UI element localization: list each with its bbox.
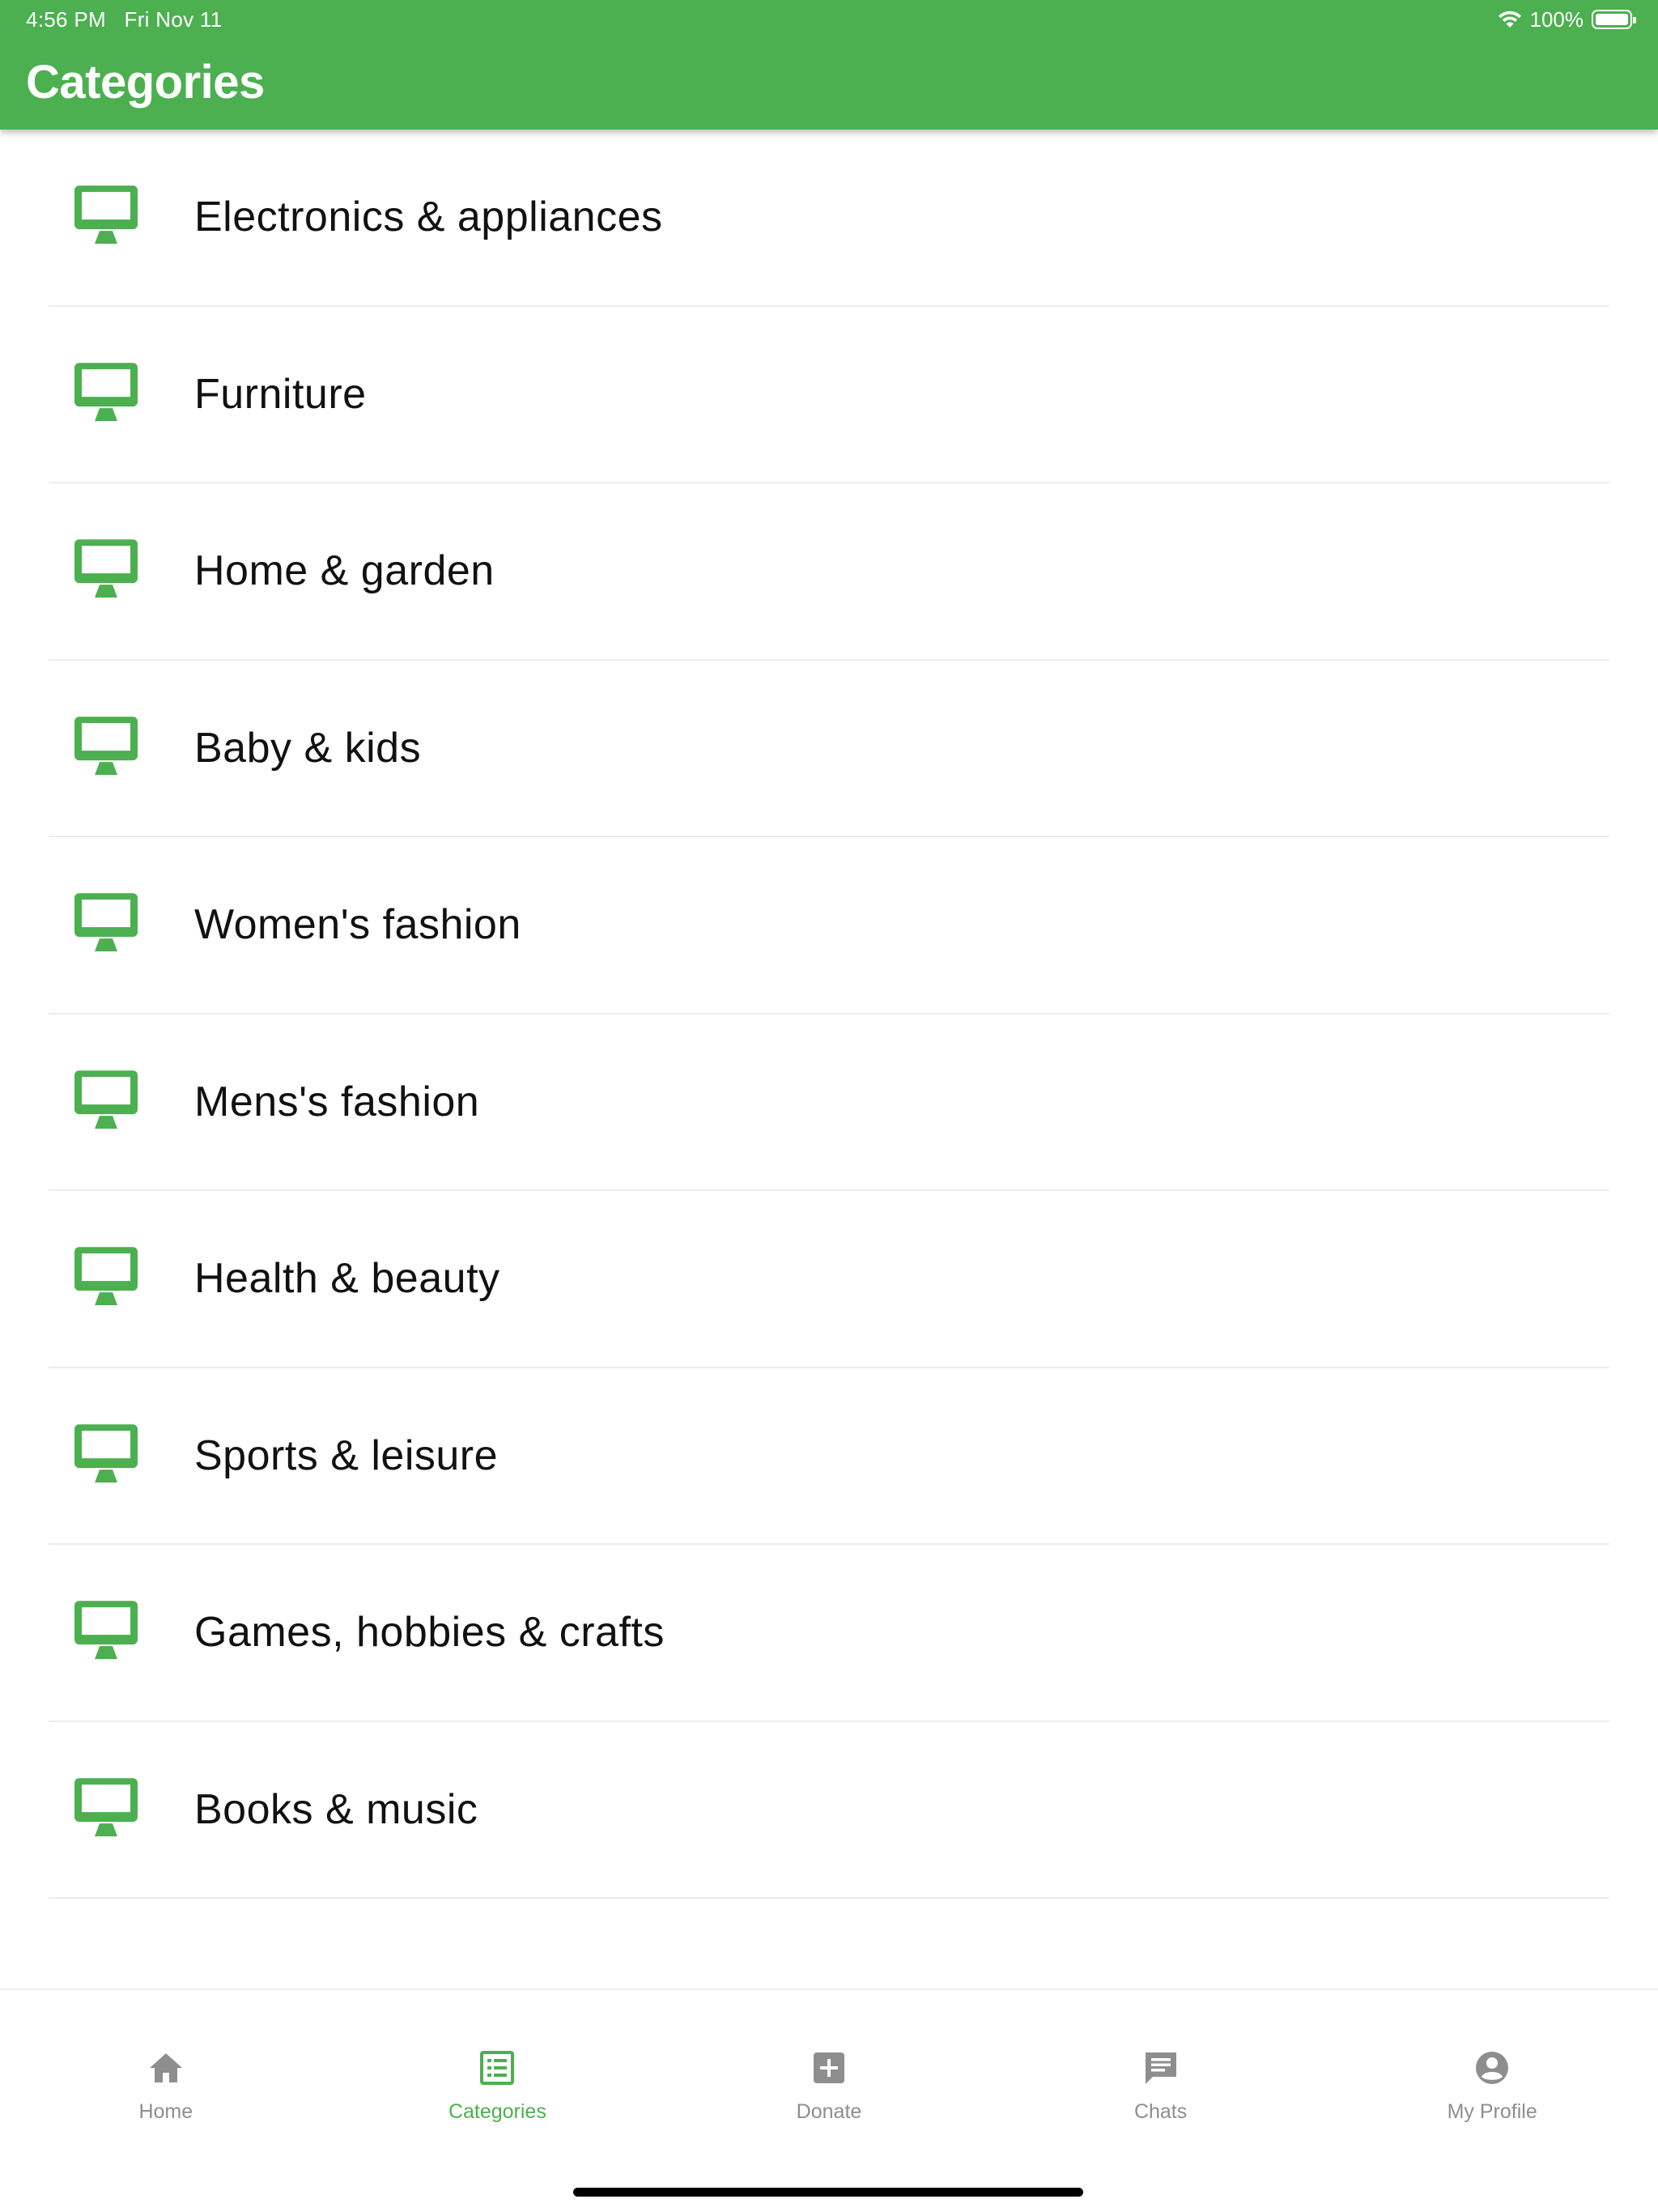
category-label: Home & garden — [194, 547, 495, 595]
tab-donate[interactable]: Donate — [663, 1990, 995, 2152]
home-indicator[interactable] — [573, 2188, 1083, 2197]
category-item[interactable]: Sports & leisure — [49, 1368, 1609, 1545]
category-item[interactable]: Furniture — [49, 307, 1609, 483]
tab-label: Chats — [1133, 2100, 1188, 2123]
app-screen: 4:56 PM Fri Nov 11 100% Categories Elect… — [0, 0, 1658, 2212]
monitor-icon — [74, 185, 138, 245]
status-bar-time: 4:56 PM Fri Nov 11 — [26, 7, 223, 32]
tab-label: Home — [138, 2100, 193, 2123]
category-label: Women's fashion — [194, 901, 521, 949]
category-item[interactable]: Health & beauty — [49, 1191, 1609, 1368]
category-label: Games, hobbies & crafts — [194, 1609, 665, 1657]
status-time-text: 4:56 PM — [26, 7, 106, 32]
monitor-icon — [74, 539, 138, 598]
tab-home[interactable]: Home — [0, 1990, 332, 2152]
category-label: Books & music — [194, 1785, 478, 1833]
battery-percent: 100% — [1529, 6, 1584, 32]
category-item[interactable]: Games, hobbies & crafts — [49, 1545, 1609, 1722]
app-header: 4:56 PM Fri Nov 11 100% Categories — [0, 0, 1658, 130]
category-label: Electronics & appliances — [194, 194, 663, 241]
monitor-icon — [74, 716, 138, 775]
home-icon — [147, 2048, 185, 2087]
tab-label: Donate — [796, 2100, 862, 2123]
category-item[interactable]: Women's fashion — [49, 837, 1609, 1015]
monitor-icon — [74, 1423, 138, 1482]
battery-fill — [1596, 14, 1628, 25]
battery-icon — [1592, 10, 1636, 29]
bottom-tab-bar: Home Categories Donate Chats My Profile — [0, 1989, 1658, 2212]
plus-box-icon — [810, 2048, 848, 2087]
monitor-icon — [74, 1601, 138, 1660]
status-date-text: Fri Nov 11 — [124, 7, 223, 32]
tab-my-profile[interactable]: My Profile — [1326, 1990, 1658, 2152]
category-label: Furniture — [194, 370, 367, 418]
list-icon — [478, 2048, 517, 2087]
tab-label: Categories — [448, 2100, 546, 2123]
page-title: Categories — [26, 56, 265, 108]
monitor-icon — [74, 1070, 138, 1129]
category-label: Sports & leisure — [194, 1431, 499, 1479]
category-item[interactable]: Electronics & appliances — [49, 130, 1609, 307]
wifi-icon — [1498, 11, 1521, 28]
category-label: Mens's fashion — [194, 1078, 480, 1125]
account-circle-icon — [1473, 2048, 1511, 2087]
tab-chats[interactable]: Chats — [995, 1990, 1327, 2152]
monitor-icon — [74, 1777, 138, 1836]
category-item[interactable]: Home & garden — [49, 483, 1609, 661]
category-list: Electronics & appliances Furniture Home & … — [0, 130, 1658, 1899]
chat-icon — [1141, 2048, 1180, 2087]
category-item[interactable]: Mens's fashion — [49, 1015, 1609, 1191]
category-item[interactable]: Baby & kids — [49, 661, 1609, 837]
category-item[interactable]: Books & music — [49, 1722, 1609, 1899]
category-label: Health & beauty — [194, 1255, 500, 1303]
monitor-icon — [74, 893, 138, 952]
category-label: Baby & kids — [194, 724, 422, 772]
status-bar-right: 100% — [1498, 5, 1636, 34]
tab-categories[interactable]: Categories — [332, 1990, 664, 2152]
tab-label: My Profile — [1447, 2100, 1537, 2123]
monitor-icon — [74, 1247, 138, 1306]
monitor-icon — [74, 362, 138, 421]
